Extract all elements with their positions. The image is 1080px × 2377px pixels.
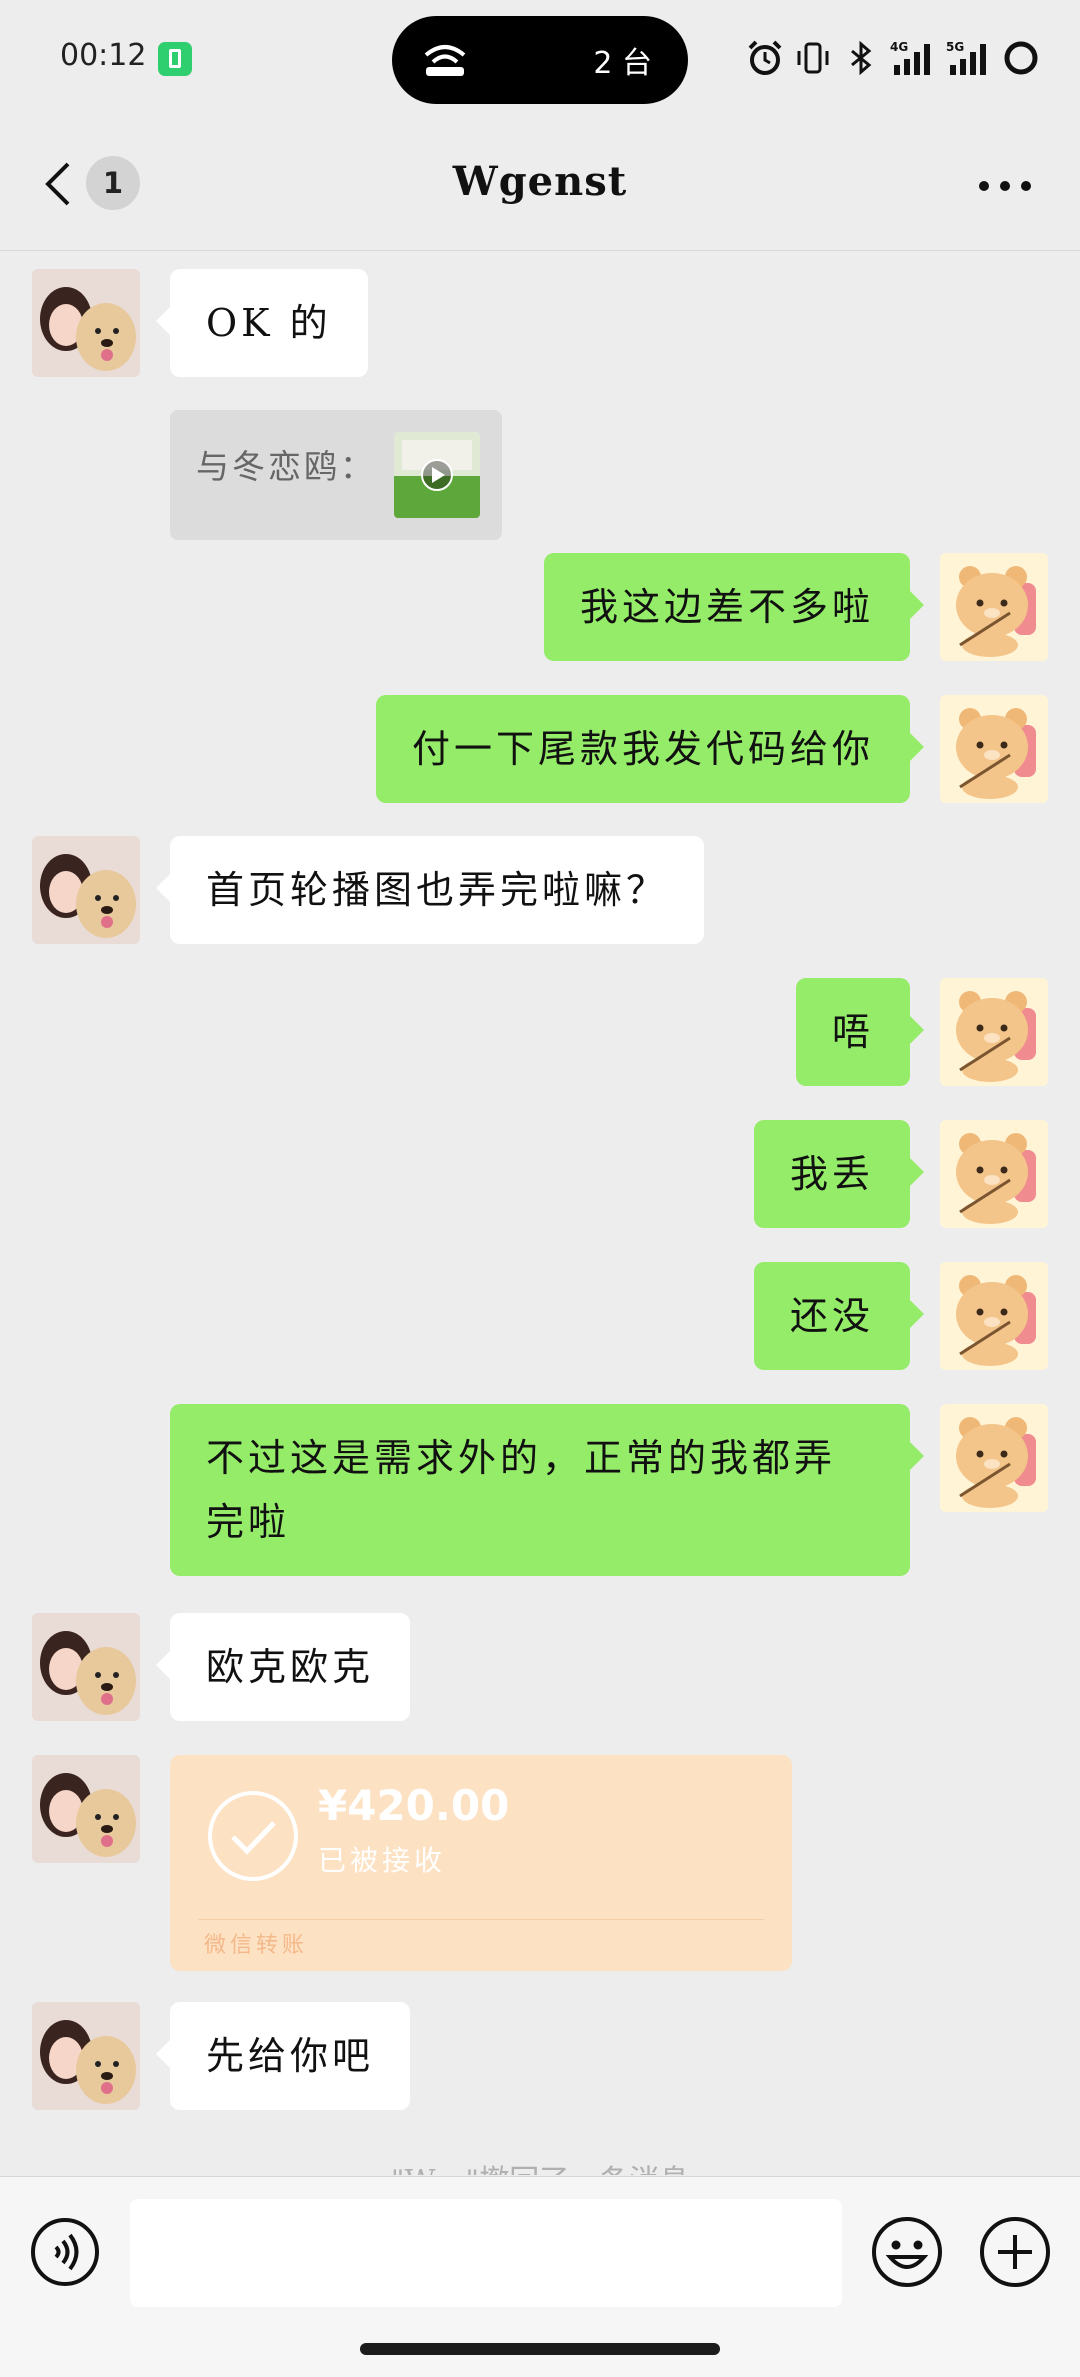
my-avatar[interactable] — [940, 978, 1048, 1086]
contact-avatar[interactable] — [32, 269, 140, 377]
transfer-card[interactable]: ¥420.00 已被接收 微信转账 — [170, 1755, 792, 1971]
home-indicator[interactable] — [360, 2343, 720, 2355]
transfer-source-label: 微信转账 — [204, 1933, 309, 1958]
message-bubble[interactable]: 不过这是需求外的，正常的我都弄完啦 — [170, 1404, 924, 1576]
contact-avatar[interactable] — [32, 836, 140, 944]
my-avatar[interactable] — [940, 695, 1048, 803]
clock: 00:12 — [60, 38, 147, 73]
message-bubble[interactable]: 唔 — [795, 978, 925, 1086]
svg-text:5G: 5G — [946, 40, 964, 54]
contact-avatar[interactable] — [32, 1613, 140, 1721]
wifi-hotspot-icon — [424, 45, 466, 76]
connected-devices-count: 2 台 — [593, 46, 652, 81]
signal-4g-icon: 4G — [890, 40, 930, 75]
status-bar: 00:12 2 台 4G 5G — [0, 0, 1080, 118]
my-avatar[interactable] — [940, 1404, 1048, 1512]
my-avatar[interactable] — [940, 553, 1048, 661]
dynamic-island-pill[interactable]: 2 台 — [392, 16, 688, 104]
message-bubble[interactable]: 欧克欧克 — [155, 1613, 411, 1721]
vibrate-icon — [797, 42, 829, 74]
quoted-message[interactable]: 与冬恋鸥： — [170, 410, 502, 540]
my-avatar[interactable] — [940, 1120, 1048, 1228]
contact-avatar[interactable] — [32, 1755, 140, 1863]
recall-notice: "W…"撤回了一条消息 — [0, 2156, 1080, 2175]
svg-text:4G: 4G — [890, 40, 908, 54]
chat-title: Wgenst — [452, 158, 628, 205]
system-icons: 4G 5G — [746, 36, 1040, 80]
voice-input-icon[interactable] — [30, 2217, 100, 2287]
my-avatar[interactable] — [940, 1262, 1048, 1370]
quoted-video-thumbnail[interactable] — [394, 432, 480, 518]
transfer-status: 已被接收 — [318, 1844, 447, 1877]
alarm-icon — [748, 40, 782, 75]
input-bar — [0, 2176, 1080, 2377]
more-options-icon[interactable] — [978, 180, 1032, 192]
message-bubble[interactable]: 先给你吧 — [155, 2002, 411, 2110]
message-list[interactable]: OK 的 与冬恋鸥： 我这边差不多啦 付一下尾款我发代码给你 首页轮播图也弄完啦… — [0, 251, 1080, 2175]
message-bubble[interactable]: OK 的 — [156, 269, 368, 377]
message-bubble[interactable]: 还没 — [753, 1262, 925, 1370]
signal-5g-icon: 5G — [946, 40, 986, 75]
message-bubble[interactable]: 付一下尾款我发代码给你 — [375, 695, 925, 803]
transfer-accepted-check-icon — [208, 1791, 298, 1881]
bluetooth-icon — [851, 40, 872, 76]
emoji-icon[interactable] — [870, 2215, 944, 2289]
transfer-amount: ¥420.00 — [318, 1781, 510, 1830]
divider — [198, 1919, 764, 1920]
chat-header: 1 Wgenst — [0, 118, 1080, 251]
message-input[interactable] — [130, 2199, 842, 2307]
plus-icon[interactable] — [978, 2215, 1052, 2289]
battery-ring-icon — [1004, 41, 1038, 75]
battery-saver-icon — [158, 42, 192, 76]
message-bubble[interactable]: 首页轮播图也弄完啦嘛？ — [155, 836, 705, 944]
contact-avatar[interactable] — [32, 2002, 140, 2110]
message-bubble[interactable]: 我丢 — [753, 1120, 925, 1228]
message-bubble[interactable]: 我这边差不多啦 — [543, 553, 925, 661]
